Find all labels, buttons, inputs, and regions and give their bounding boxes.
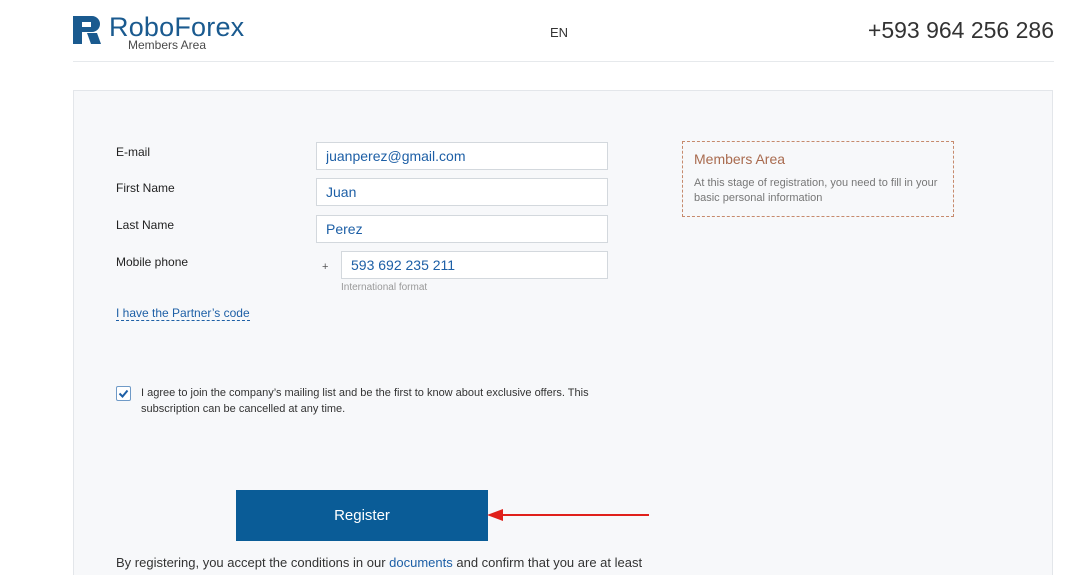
first-name-label: First Name — [116, 181, 175, 195]
documents-link[interactable]: documents — [389, 555, 453, 570]
registration-form: E-mail First Name Last Name Mobile phone… — [73, 90, 1053, 575]
email-label: E-mail — [116, 145, 151, 159]
language-selector[interactable]: EN — [550, 25, 568, 40]
mailing-list-checkbox[interactable] — [116, 386, 131, 401]
brand-subtitle: Members Area — [128, 38, 207, 52]
first-name-field[interactable] — [316, 178, 608, 206]
register-button[interactable]: Register — [236, 490, 488, 541]
email-field[interactable] — [316, 142, 608, 170]
phone-format-hint: International format — [341, 282, 428, 293]
roboforex-logo-icon — [73, 16, 101, 44]
header: RoboForex Members Area EN +593 964 256 2… — [73, 0, 1054, 62]
mailing-list-consent-text: I agree to join the company’s mailing li… — [141, 387, 589, 415]
red-arrow-annotation — [487, 509, 649, 521]
last-name-field[interactable] — [316, 215, 608, 243]
mobile-phone-field[interactable] — [341, 251, 608, 279]
terms-text: By registering, you accept the condition… — [116, 555, 642, 570]
phone-prefix: + — [322, 261, 329, 273]
info-text: At this stage of registration, you need … — [694, 177, 938, 204]
mobile-phone-label: Mobile phone — [116, 255, 189, 269]
partner-code-link[interactable]: I have the Partner’s code — [116, 306, 250, 321]
last-name-label: Last Name — [116, 218, 175, 232]
page: RoboForex Members Area EN +593 964 256 2… — [0, 0, 1088, 575]
roboforex-logo[interactable]: RoboForex Members Area — [73, 12, 273, 54]
members-area-info-box: Members Area At this stage of registrati… — [682, 141, 954, 217]
checkmark-icon — [118, 389, 129, 398]
terms-text-before: By registering, you accept the condition… — [116, 555, 390, 570]
support-phone: +593 964 256 286 — [867, 17, 1054, 43]
info-title: Members Area — [694, 151, 786, 167]
terms-text-after: and confirm that you are at least — [452, 555, 643, 570]
